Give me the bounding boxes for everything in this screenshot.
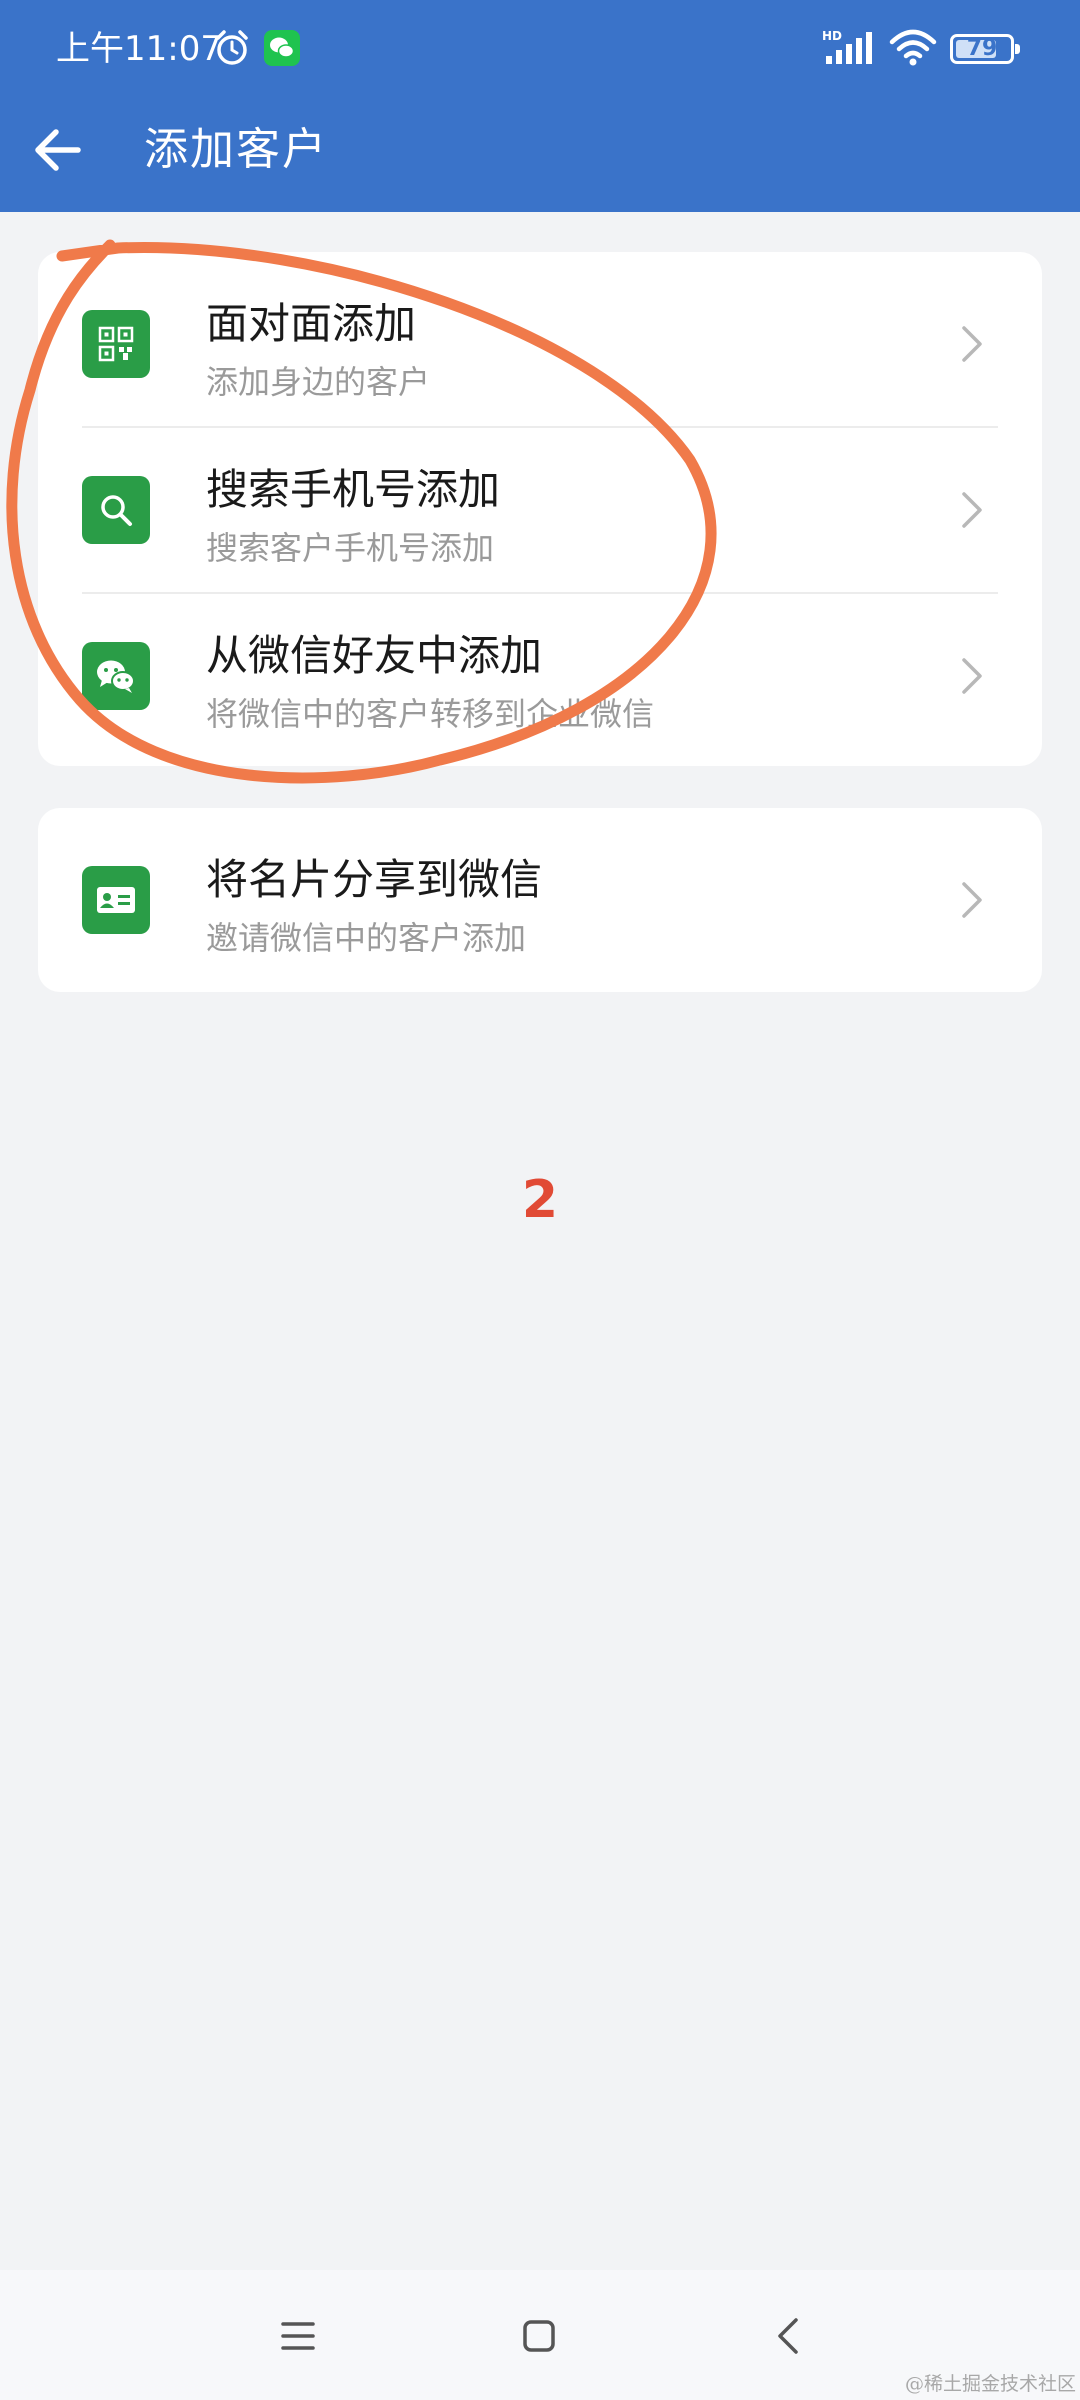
item-title: 搜索手机号添加 [206,465,501,514]
search-phone-add-item[interactable]: 搜索手机号添加 搜索客户手机号添加 [38,428,1042,592]
annotation-number: 2 [521,1170,559,1230]
system-back-button[interactable] [758,2306,818,2366]
share-business-card-item[interactable]: 将名片分享到微信 邀请微信中的客户添加 [38,818,1042,982]
item-subtitle: 添加身边的客户 [206,363,431,401]
share-card-card: 将名片分享到微信 邀请微信中的客户添加 [38,808,1042,992]
alarm-clock-icon [216,30,248,65]
chevron-left-icon [778,2318,798,2354]
battery-percent: 79 [966,36,998,61]
arrow-left-icon [35,129,81,171]
wechat-notification-icon [264,30,300,66]
chevron-right-icon [962,492,982,528]
battery-icon: 79 [950,34,1020,64]
network-type-label: HD [822,29,842,43]
item-title: 面对面添加 [206,299,417,348]
back-button[interactable] [22,114,94,186]
page-title: 添加客户 [144,124,328,175]
qr-code-icon [82,310,150,378]
wechat-icon [82,642,150,710]
recent-apps-button[interactable] [268,2306,328,2366]
item-subtitle: 将微信中的客户转移到企业微信 [206,695,655,733]
square-home-icon [523,2320,555,2352]
add-methods-card: 面对面添加 添加身边的客户 搜索手机号添加 搜索客户手机号添加 从微信好友中添加… [38,252,1042,766]
status-bar: 上午11:07 HD 79 [0,0,1080,100]
item-subtitle: 邀请微信中的客户添加 [206,919,527,957]
item-title: 将名片分享到微信 [206,855,543,904]
chevron-right-icon [962,326,982,362]
chevron-right-icon [962,658,982,694]
search-icon [82,476,150,544]
item-subtitle: 搜索客户手机号添加 [206,529,495,567]
status-time: 上午11:07 [56,29,222,69]
wechat-friends-add-item[interactable]: 从微信好友中添加 将微信中的客户转移到企业微信 [38,594,1042,758]
watermark: @稀土掘金技术社区 [904,2373,1076,2395]
item-title: 从微信好友中添加 [206,631,543,680]
business-card-icon [82,866,150,934]
face-to-face-add-item[interactable]: 面对面添加 添加身边的客户 [38,262,1042,426]
home-button[interactable] [509,2306,569,2366]
menu-icon [281,2322,315,2350]
cellular-signal-icon: HD [822,29,872,64]
wifi-icon [889,29,937,66]
chevron-right-icon [962,882,982,918]
app-bar: 添加客户 [0,100,1080,212]
